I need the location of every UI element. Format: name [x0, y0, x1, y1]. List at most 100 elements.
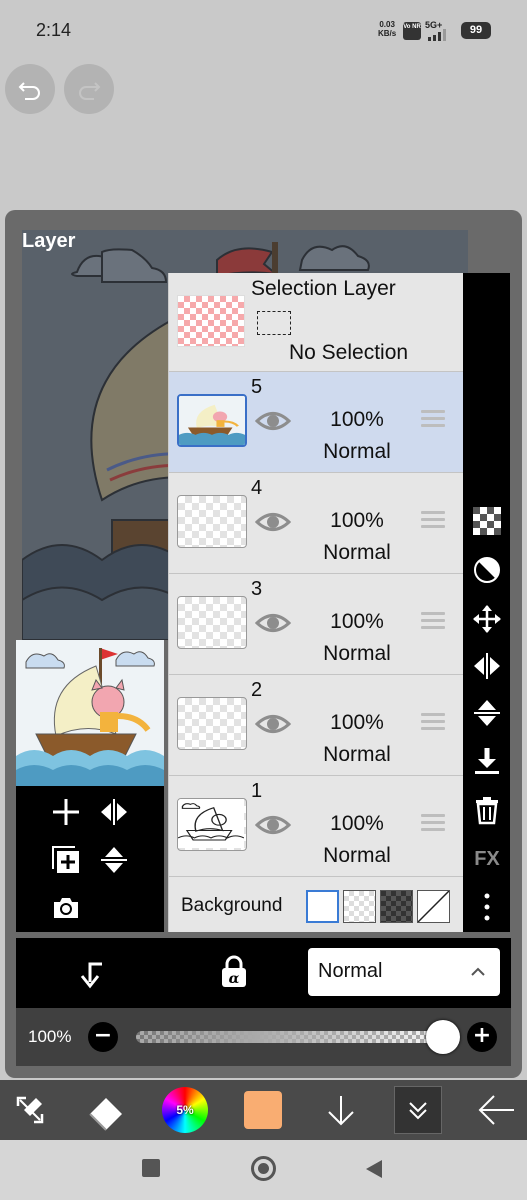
layer-row[interactable]: 4 100% Normal [169, 473, 464, 574]
flip-vertical-button[interactable] [96, 842, 132, 878]
camera-button[interactable] [48, 890, 84, 926]
flip-vertical-icon [101, 847, 127, 873]
eye-icon[interactable] [255, 810, 291, 840]
layer-row[interactable]: 1 100% Normal [169, 776, 464, 877]
arrow-down-icon [328, 1096, 354, 1126]
svg-text:α: α [229, 971, 240, 987]
net-speed-unit: KB/s [378, 29, 397, 38]
duplicate-layer-button[interactable] [48, 842, 84, 878]
drag-handle-icon[interactable] [421, 814, 445, 832]
flip-horizontal-right-button[interactable] [469, 648, 505, 684]
brush-opacity-label: 5% [176, 1103, 194, 1117]
eraser-tool-button[interactable] [82, 1086, 130, 1134]
transform-icon [16, 1096, 44, 1124]
blend-mode-select[interactable]: Normal [308, 948, 500, 996]
more-options-button[interactable] [469, 889, 505, 925]
eye-icon[interactable] [255, 709, 291, 739]
camera-icon [54, 898, 78, 918]
opacity-increase-button[interactable]: + [467, 1022, 497, 1052]
layer-list: Selection Layer No Selection 5 100% Norm… [168, 273, 464, 932]
background-dark-option[interactable] [380, 890, 413, 923]
alpha-lock-button[interactable]: α [216, 954, 252, 990]
nav-back-button[interactable] [364, 1158, 384, 1180]
layer-row[interactable]: 2 100% Normal [169, 675, 464, 776]
flip-vertical-icon [474, 700, 500, 726]
merge-down-icon [475, 748, 499, 774]
canvas-thumbnail[interactable] [16, 640, 164, 786]
drag-handle-icon[interactable] [421, 612, 445, 630]
status-bar: 2:14 0.03 KB/s Vo NR 5G+ 99 [0, 0, 527, 60]
volte-icon: Vo NR [403, 22, 421, 40]
opacity-slider-track[interactable] [136, 1031, 456, 1043]
eye-icon[interactable] [255, 507, 291, 537]
layer-blend-mode: Normal [323, 440, 391, 463]
layer-number: 4 [251, 477, 263, 499]
flip-horizontal-button[interactable] [96, 794, 132, 830]
background-none-option[interactable] [417, 890, 450, 923]
status-time: 2:14 [36, 20, 72, 40]
current-color-button[interactable] [239, 1086, 287, 1134]
undo-icon [18, 82, 40, 100]
background-row: Background [169, 877, 464, 932]
layer-opacity: 100% [330, 610, 384, 633]
layer-row[interactable]: 5 100% Normal [169, 372, 464, 473]
layer-thumbnail [177, 596, 247, 649]
opacity-bar: 100% − + [16, 1008, 511, 1066]
current-color-swatch [244, 1091, 282, 1129]
alpha-lock-icon: α [222, 955, 246, 987]
plus-icon [53, 799, 79, 825]
clipping-button[interactable] [469, 552, 505, 588]
home-dot-icon [258, 1163, 269, 1174]
layers-toggle-button[interactable] [394, 1086, 442, 1134]
half-circle-icon [474, 557, 500, 583]
chevron-up-icon [471, 967, 485, 976]
redo-icon [79, 82, 101, 100]
layer-thumbnail [177, 697, 247, 750]
move-icon [473, 605, 501, 633]
clip-down-button[interactable] [74, 956, 110, 992]
layer-opacity: 100% [330, 509, 384, 532]
recent-apps-button[interactable] [142, 1159, 160, 1177]
flip-vertical-right-button[interactable] [469, 695, 505, 731]
transparency-lock-button[interactable] [469, 503, 505, 539]
layer-row[interactable]: 3 100% Normal [169, 574, 464, 675]
selection-layer-title: Selection Layer [251, 277, 396, 300]
layer-down-button[interactable] [317, 1086, 365, 1134]
add-layer-button[interactable] [48, 794, 84, 830]
eye-icon[interactable] [255, 608, 291, 638]
selection-layer-row[interactable]: Selection Layer No Selection [169, 273, 464, 372]
background-transparent-option[interactable] [343, 890, 376, 923]
transform-tool-button[interactable] [6, 1086, 54, 1134]
selection-layer-thumbnail [177, 295, 245, 347]
no-background-icon [417, 890, 450, 923]
eye-icon[interactable] [255, 406, 291, 436]
home-button[interactable] [251, 1156, 276, 1181]
blend-mode-value: Normal [318, 960, 383, 982]
merge-down-button[interactable] [469, 743, 505, 779]
background-white-option[interactable] [306, 890, 339, 923]
opacity-slider-knob[interactable] [426, 1020, 460, 1054]
opacity-decrease-button[interactable]: − [88, 1022, 118, 1052]
layer-5-thumbnail-art [179, 396, 245, 445]
color-wheel-icon: 5% [162, 1087, 208, 1133]
marquee-icon [257, 311, 291, 335]
blend-bar: α Normal [16, 938, 511, 1008]
drag-handle-icon[interactable] [421, 713, 445, 731]
delete-layer-button[interactable] [469, 792, 505, 828]
layer-blend-mode: Normal [323, 642, 391, 665]
eraser-icon [89, 1098, 122, 1131]
drag-handle-icon[interactable] [421, 511, 445, 529]
layer-blend-mode: Normal [323, 743, 391, 766]
color-wheel-button[interactable]: 5% [161, 1086, 209, 1134]
drag-handle-icon[interactable] [421, 410, 445, 428]
fx-button[interactable]: FX [469, 841, 505, 877]
undo-button[interactable] [5, 64, 55, 114]
trash-icon [476, 797, 498, 825]
redo-button[interactable] [64, 64, 114, 114]
flip-horizontal-icon [101, 799, 127, 825]
double-chevron-down-icon [409, 1102, 427, 1120]
layer-blend-mode: Normal [323, 844, 391, 867]
back-button[interactable] [472, 1086, 520, 1134]
move-button[interactable] [469, 601, 505, 637]
thumbnail-artwork [16, 640, 164, 786]
